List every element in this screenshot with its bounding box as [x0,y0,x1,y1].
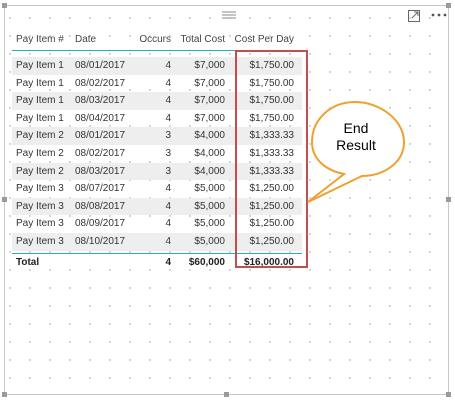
cell-total-cost: $5,000 [194,200,225,212]
total-occurs: 4 [165,256,171,268]
resize-handle-top-left[interactable] [2,3,7,8]
column-header-occurs[interactable]: Occurs [139,30,171,50]
cell-date: 08/01/2017 [75,130,126,142]
cell-total-cost: $4,000 [194,147,225,159]
cell-total-cost: $5,000 [194,183,225,195]
cell-occurs: 4 [165,200,171,212]
cell-total-cost: $5,000 [194,218,225,230]
resize-handle-bottom[interactable] [224,392,229,397]
resize-handle-left[interactable] [2,197,7,202]
resize-handle-bottom-left[interactable] [2,392,7,397]
cell-date: 08/03/2017 [75,95,126,107]
resize-handle-top-right[interactable] [446,3,451,8]
resize-handle-bottom-right[interactable] [446,392,451,397]
grip-lines-icon[interactable] [222,11,236,19]
cell-total-cost: $7,000 [194,77,225,89]
total-label: Total [16,256,40,268]
cell-occurs: 4 [165,77,171,89]
cell-occurs: 4 [165,60,171,71]
cell-total-cost: $7,000 [194,112,225,124]
cell-date: 08/09/2017 [75,218,126,230]
cell-date: 08/03/2017 [75,165,126,177]
ellipsis-icon[interactable] [430,9,448,21]
cell-total-cost: $4,000 [194,165,225,177]
cell-pay-item: Pay Item 2 [16,165,64,177]
total-cost: $60,000 [188,256,225,268]
cell-pay-item: Pay Item 1 [16,60,64,71]
callout-line-2: Result [336,137,376,153]
cell-pay-item: Pay Item 3 [16,200,64,212]
cell-pay-item: Pay Item 2 [16,147,64,159]
column-header-total-cost[interactable]: Total Cost [181,30,225,50]
cost-per-day-highlight-box [235,50,308,268]
cell-date: 08/08/2017 [75,200,126,212]
cell-pay-item: Pay Item 2 [16,130,64,142]
cell-pay-item: Pay Item 3 [16,183,64,195]
table-header-row: Pay Item # Date Occurs Total Cost Cost P… [12,30,302,50]
cell-occurs: 4 [165,112,171,124]
cell-occurs: 3 [165,165,171,177]
column-header-cost-per-day[interactable]: Cost Per Day [235,30,294,50]
column-header-date[interactable]: Date [75,30,96,50]
cell-pay-item: Pay Item 3 [16,235,64,247]
cell-occurs: 4 [165,183,171,195]
cell-date: 08/01/2017 [75,60,126,71]
cell-pay-item: Pay Item 1 [16,95,64,107]
cell-occurs: 4 [165,235,171,247]
cell-pay-item: Pay Item 3 [16,218,64,230]
cell-total-cost: $4,000 [194,130,225,142]
cell-total-cost: $7,000 [194,95,225,107]
cell-date: 08/02/2017 [75,147,126,159]
cell-date: 08/04/2017 [75,112,126,124]
cell-date: 08/07/2017 [75,183,126,195]
cell-pay-item: Pay Item 1 [16,112,64,124]
cell-total-cost: $5,000 [194,235,225,247]
resize-handle-right[interactable] [446,197,451,202]
cell-occurs: 4 [165,95,171,107]
column-header-pay-item[interactable]: Pay Item # [16,30,64,50]
cell-date: 08/02/2017 [75,77,126,89]
cell-pay-item: Pay Item 1 [16,77,64,89]
callout-text: End Result [320,120,392,154]
cell-occurs: 3 [165,130,171,142]
cell-occurs: 4 [165,218,171,230]
callout-line-1: End [343,120,369,136]
focus-mode-icon[interactable] [408,10,420,22]
cell-occurs: 3 [165,147,171,159]
cell-date: 08/10/2017 [75,235,126,247]
callout-bubble [307,100,406,203]
cell-total-cost: $7,000 [194,60,225,71]
